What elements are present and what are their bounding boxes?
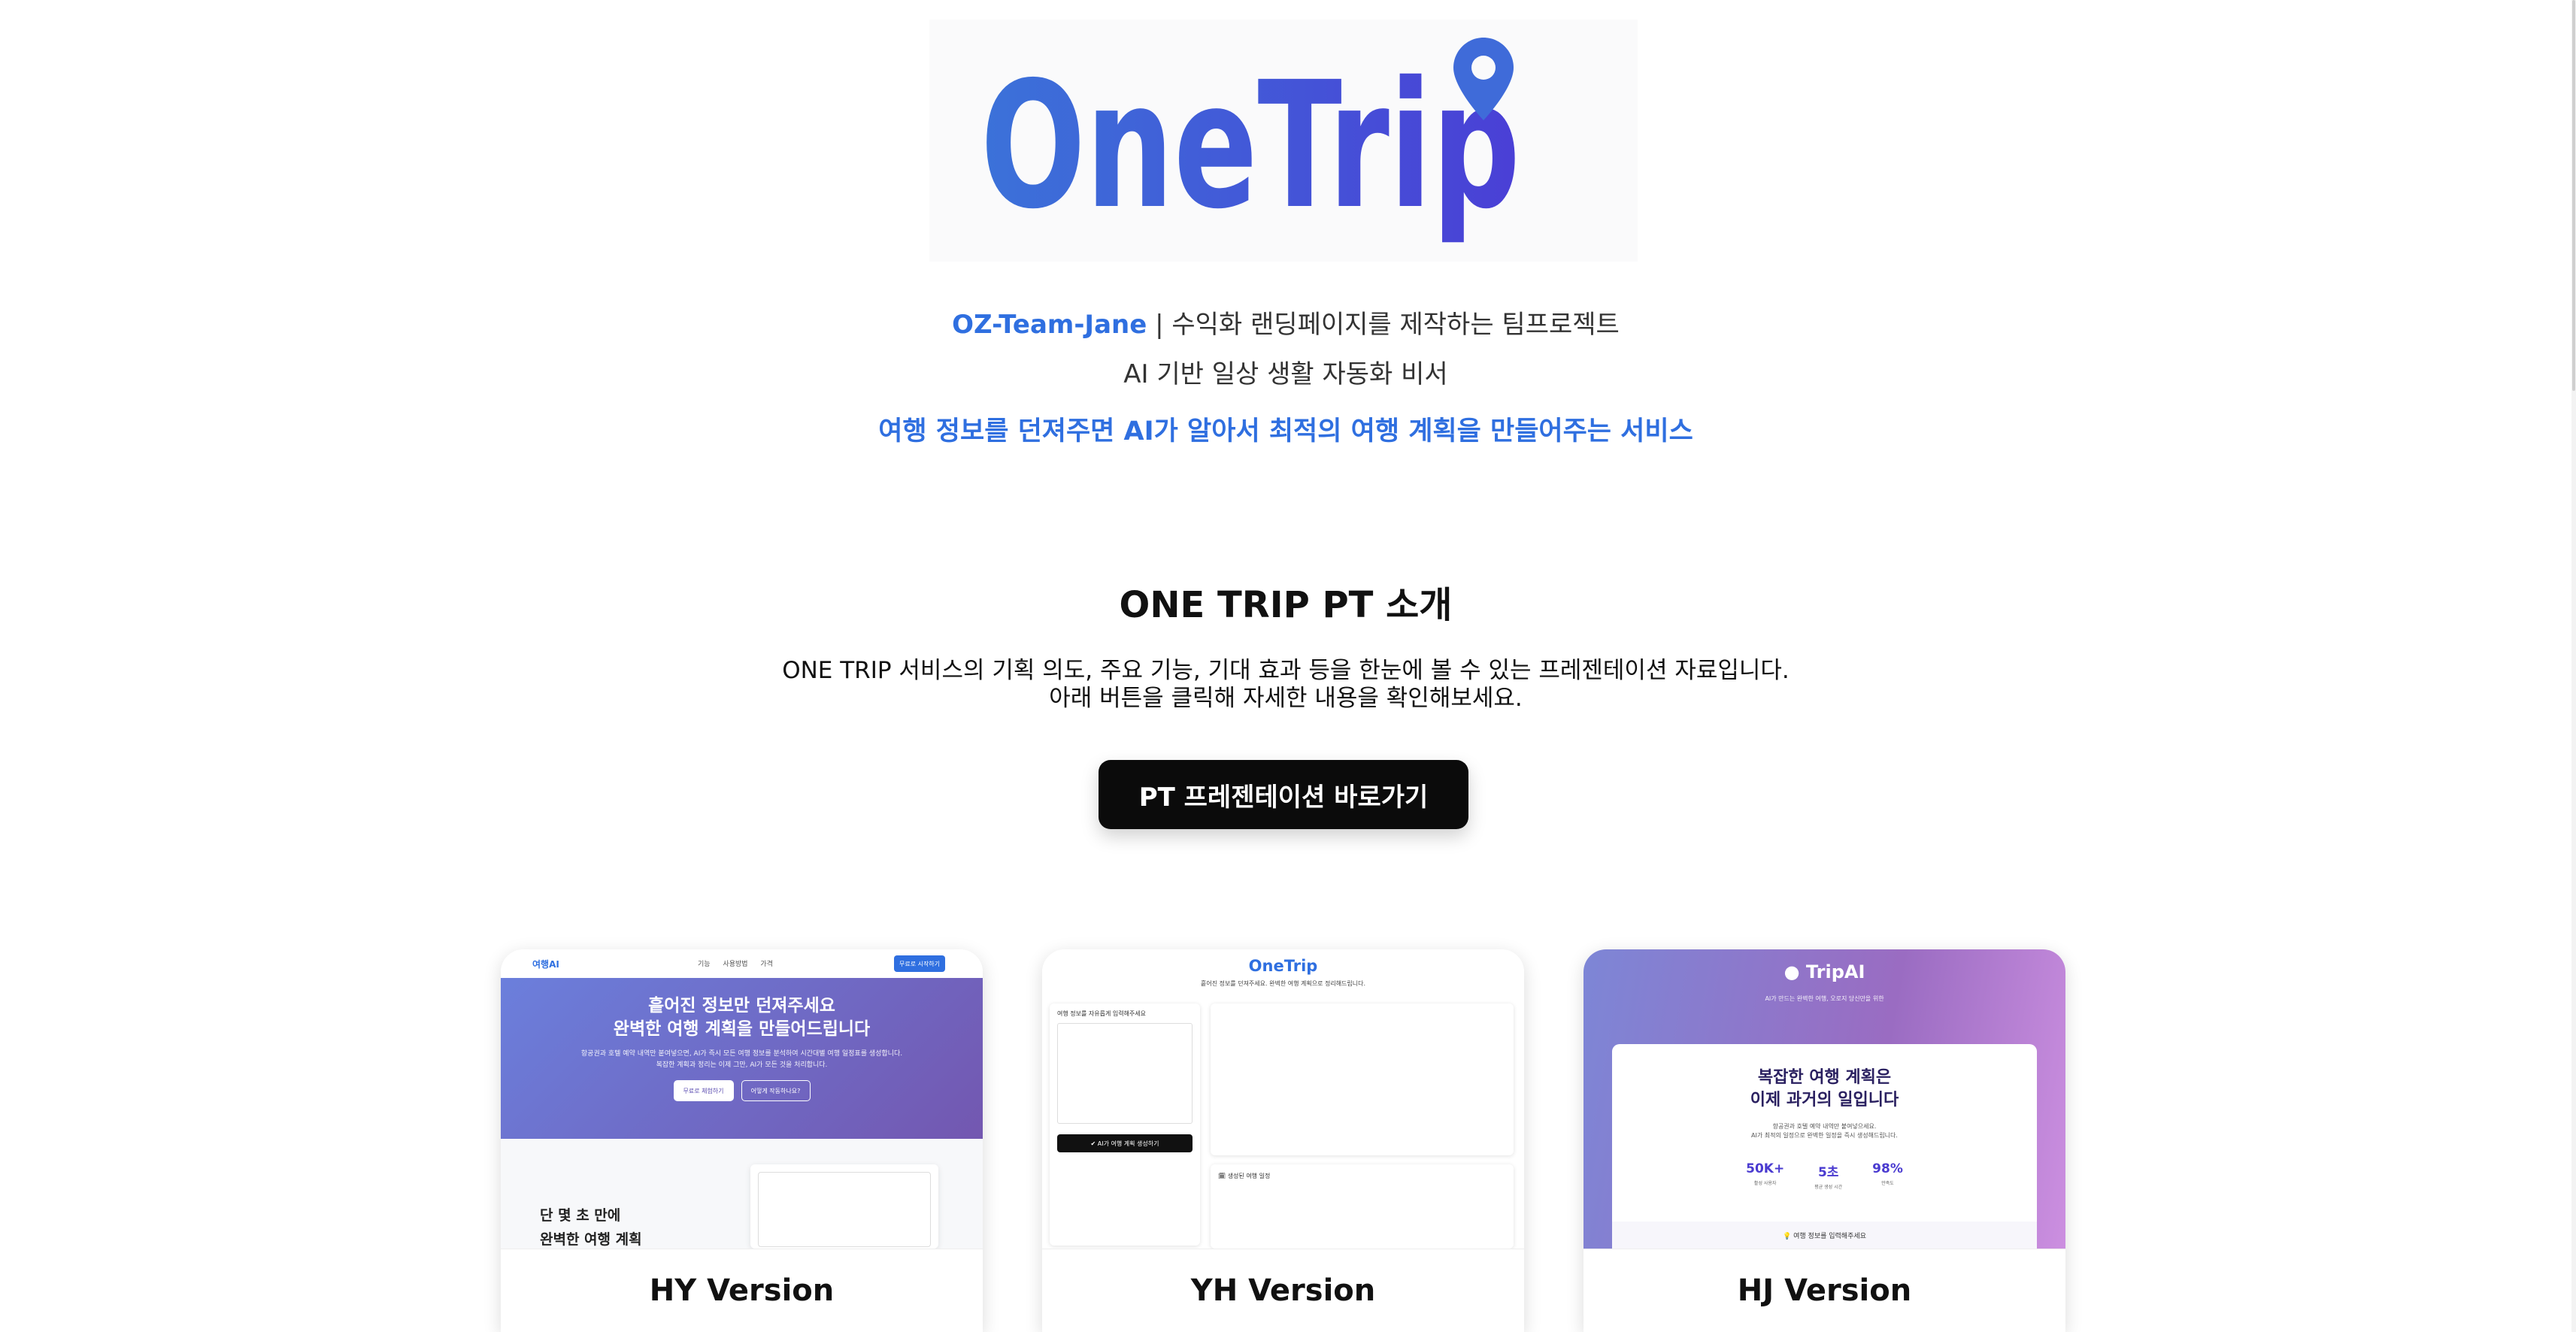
hj-preview-headline-1: 복잡한 여행 계획은 xyxy=(1757,1068,1892,1087)
hj-preview-headline: 복잡한 여행 계획은 이제 과거의 일입니다 xyxy=(1612,1067,2037,1112)
hj-stat-label: 평균 생성 시간 xyxy=(1814,1185,1843,1190)
hj-bulb-icon: 💡 xyxy=(1783,1233,1794,1240)
hj-stat: 50K+ 활성 사용자 xyxy=(1746,1161,1784,1190)
yh-preview-thumbnail: OneTrip 흩어진 정보를 던져주세요. 완벽한 여행 계획으로 정리해드립… xyxy=(1042,949,1524,1249)
hj-preview-input-label: 여행 정보를 입력해주세요 xyxy=(1793,1233,1866,1240)
service-subtitle: AI 기반 일상 생활 자동화 비서 xyxy=(1123,359,1448,389)
hy-preview-form xyxy=(750,1164,938,1249)
hy-preview-subtext-2: 복잡한 계획과 정리는 이제 그만, AI가 모든 것을 처리합니다. xyxy=(656,1061,828,1069)
hj-preview-subtitle: AI가 만드는 완벽한 여행, 오로지 당신만을 위한 xyxy=(1765,995,1884,1002)
team-line: OZ-Team-Jane | 수익화 랜딩페이지를 제작하는 팀프로젝트 xyxy=(0,304,2571,341)
yh-preview-generate-button: ✔ AI가 여행 계획 생성하기 xyxy=(1057,1134,1193,1152)
hy-preview-primary-button: 무료로 체험하기 xyxy=(673,1080,734,1101)
team-description: | 수익화 랜딩페이지를 제작하는 팀프로젝트 xyxy=(1147,310,1620,340)
hy-preview-lower: 단 몇 초 만에 완벽한 여행 계획 xyxy=(501,1139,983,1249)
hj-preview-headline-2: 이제 과거의 일입니다 xyxy=(1750,1091,1899,1109)
hj-stat: 98% 만족도 xyxy=(1872,1161,1903,1190)
hj-preview-logo: ● TripAI xyxy=(1583,961,2065,982)
yh-preview-input-title: 여행 정보를 자유롭게 입력해주세요 xyxy=(1057,1010,1147,1017)
version-card-hj[interactable]: ● TripAI AI가 만드는 완벽한 여행, 오로지 당신만을 위한 복잡한… xyxy=(1583,949,2065,1332)
scrollbar-thumb[interactable] xyxy=(2572,0,2575,391)
hy-preview-lower-title-2: 완벽한 여행 계획 xyxy=(540,1231,642,1248)
hy-preview-secondary-button: 어떻게 작동하나요? xyxy=(741,1080,811,1101)
hj-preview-stats: 50K+ 활성 사용자 5초 평균 생성 시간 98% 만족도 xyxy=(1612,1161,2037,1190)
hj-preview-description: 항공권과 호텔 예약 내역만 붙여넣으세요. AI가 최적의 일정으로 완벽한 … xyxy=(1612,1122,2037,1140)
hy-preview-nav-links: 기능 사용방법 가격 xyxy=(698,961,773,968)
yh-preview-logo: OneTrip xyxy=(1248,957,1318,975)
team-name: OZ-Team-Jane xyxy=(952,310,1147,340)
hj-preview-thumbnail: ● TripAI AI가 만드는 완벽한 여행, 오로지 당신만을 위한 복잡한… xyxy=(1583,949,2065,1249)
yh-preview-input-panel: 여행 정보를 자유롭게 입력해주세요 ✔ AI가 여행 계획 생성하기 xyxy=(1050,1004,1200,1246)
hy-preview-lower-title: 단 몇 초 만에 완벽한 여행 계획 xyxy=(540,1203,642,1249)
onetrip-logo: OneTrip xyxy=(929,20,1638,262)
logo-text: OneTrip xyxy=(980,44,1520,247)
pt-description-line-2: 아래 버튼을 클릭해 자세한 내용을 확인해보세요. xyxy=(1049,685,1523,712)
hj-stat-label: 활성 사용자 xyxy=(1753,1181,1777,1186)
scrollbar-track[interactable] xyxy=(2571,0,2576,1332)
yh-preview-schedule-title: 🗓 생성된 여행 일정 xyxy=(1218,1173,1271,1179)
pt-section-title: ONE TRIP PT 소개 xyxy=(1119,584,1453,626)
hj-stat-value: 5초 xyxy=(1817,1165,1839,1180)
hj-stat-value: 50K+ xyxy=(1746,1161,1785,1176)
hj-stat: 5초 평균 생성 시간 xyxy=(1814,1161,1842,1190)
hj-preview-logo-text: TripAI xyxy=(1805,961,1865,982)
pt-presentation-button[interactable]: PT 프레젠테이션 바로가기 xyxy=(1099,760,1468,829)
hj-preview-input-prompt: 💡 여행 정보를 입력해주세요 xyxy=(1612,1222,2037,1249)
hj-preview-panel: 복잡한 여행 계획은 이제 과거의 일입니다 항공권과 호텔 예약 내역만 붙여… xyxy=(1612,1044,2037,1249)
hy-preview-headline-1: 흩어진 정보만 던져주세요 xyxy=(648,996,835,1016)
hj-preview-desc-1: 항공권과 호텔 예약 내역만 붙여넣으세요. xyxy=(1772,1123,1877,1130)
hy-preview-hero: 흩어진 정보만 던져주세요 완벽한 여행 계획을 만들어드립니다 항공권과 호텔… xyxy=(501,978,983,1139)
version-label-hy: HY Version xyxy=(501,1249,983,1332)
yh-preview-schedule-panel: 🗓 생성된 여행 일정 xyxy=(1211,1164,1514,1249)
hj-stat-value: 98% xyxy=(1872,1161,1903,1176)
yh-preview-result-panel xyxy=(1211,1004,1514,1155)
hj-stat-label: 만족도 xyxy=(1881,1181,1894,1186)
hy-preview-headline-2: 완벽한 여행 계획을 만들어드립니다 xyxy=(613,1019,871,1039)
hy-preview-form-textarea xyxy=(758,1172,931,1247)
service-highlight: 여행 정보를 던져주면 AI가 알아서 최적의 여행 계획을 만들어주는 서비스 xyxy=(878,416,1693,447)
yh-preview-subtitle: 흩어진 정보를 던져주세요. 완벽한 여행 계획으로 정리해드립니다. xyxy=(1200,980,1366,987)
hy-preview-nav-button: 무료로 시작하기 xyxy=(894,955,945,972)
hy-preview-nav: 여행AI 기능 사용방법 가격 무료로 시작하기 xyxy=(501,949,983,978)
version-card-hy[interactable]: 여행AI 기능 사용방법 가격 무료로 시작하기 흩어진 정보만 던져주세요 완… xyxy=(501,949,983,1332)
hy-preview-thumbnail: 여행AI 기능 사용방법 가격 무료로 시작하기 흩어진 정보만 던져주세요 완… xyxy=(501,949,983,1249)
hj-preview-desc-2: AI가 최적의 일정으로 완벽한 일정을 즉시 생성해드립니다. xyxy=(1751,1132,1898,1139)
hj-logo-dot-icon: ● xyxy=(1784,961,1806,982)
version-label-yh: YH Version xyxy=(1042,1249,1524,1332)
hy-preview-brand: 여행AI xyxy=(532,959,559,970)
yh-preview-textarea xyxy=(1057,1023,1193,1124)
version-label-hj: HJ Version xyxy=(1583,1249,2065,1332)
hy-preview-lower-title-1: 단 몇 초 만에 xyxy=(540,1207,621,1224)
hy-preview-subtext-1: 항공권과 호텔 예약 내역만 붙여넣으면, AI가 즉시 모든 여행 정보를 분… xyxy=(580,1050,903,1058)
version-card-yh[interactable]: OneTrip 흩어진 정보를 던져주세요. 완벽한 여행 계획으로 정리해드립… xyxy=(1042,949,1524,1332)
